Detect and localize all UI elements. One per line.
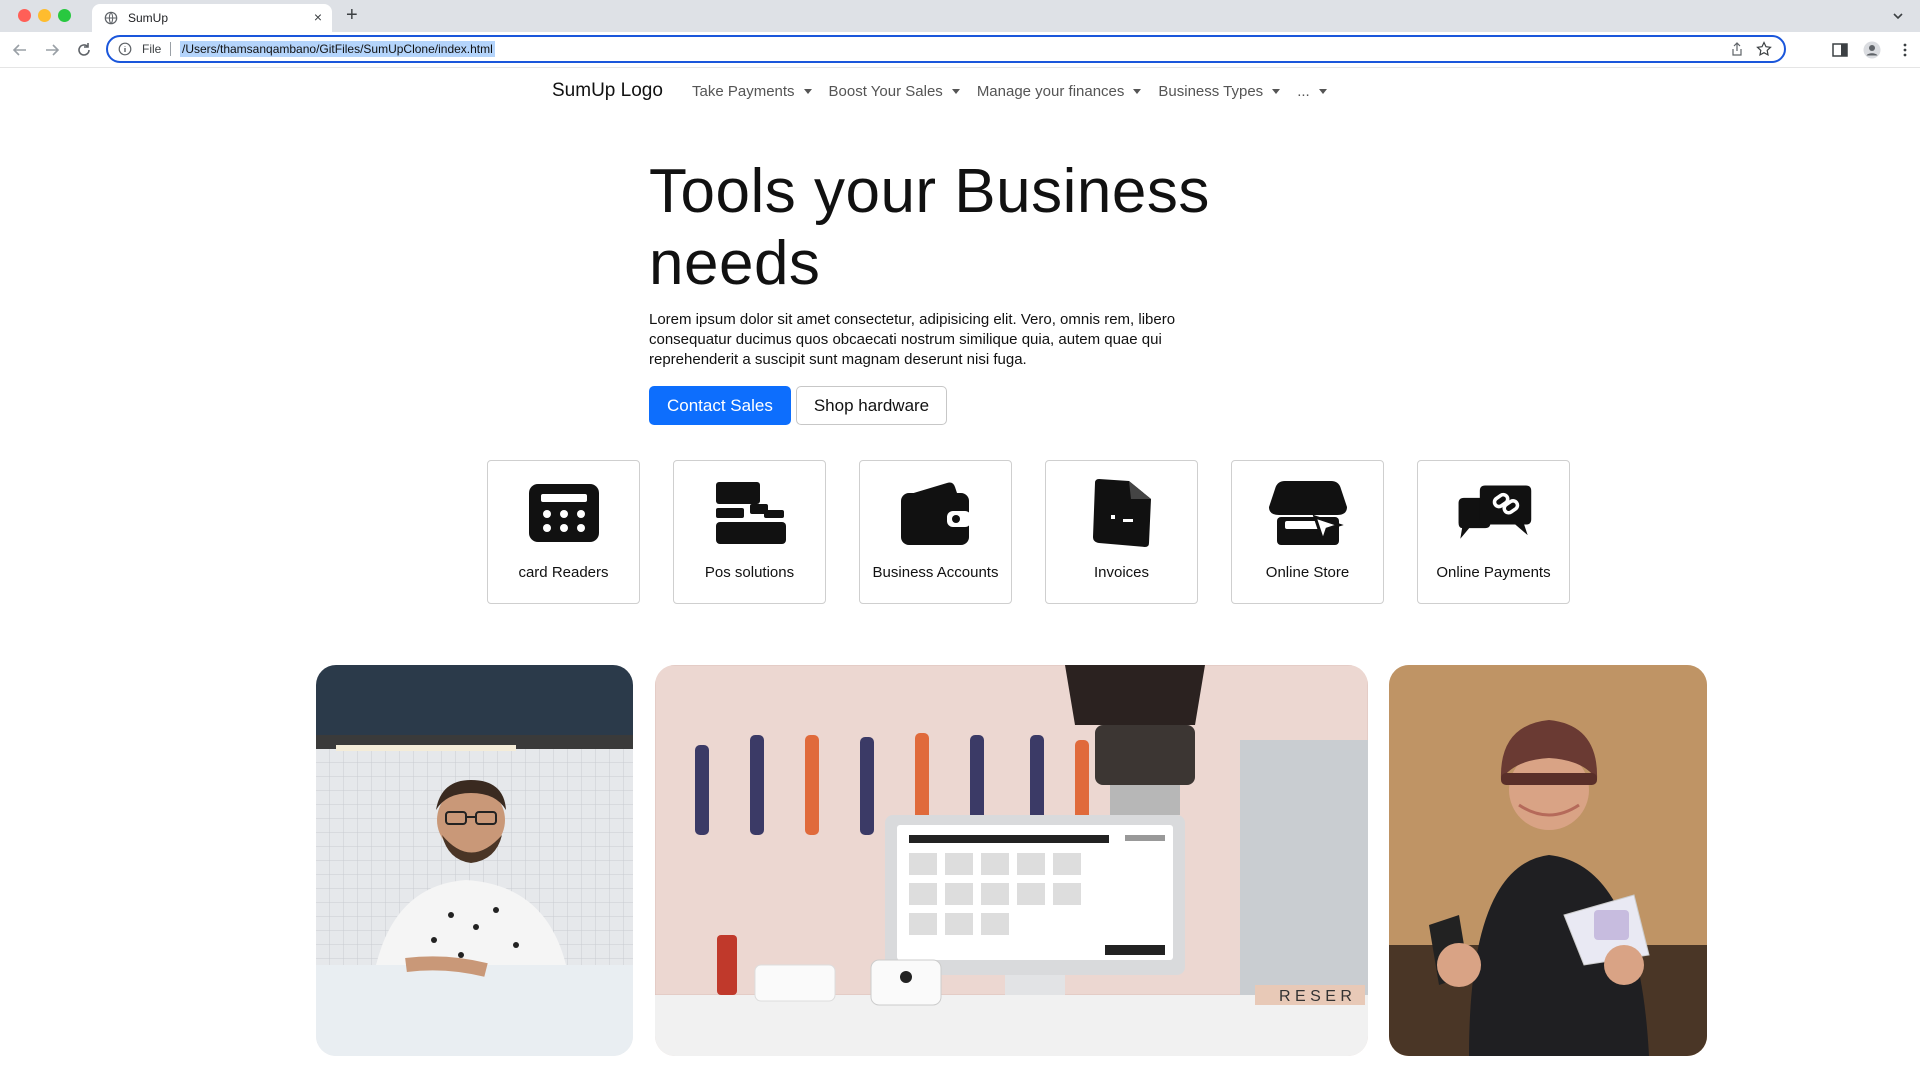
card-label: Pos solutions [704, 564, 795, 581]
new-tab-button[interactable]: + [346, 5, 358, 25]
chef-illustration [316, 665, 633, 1056]
tab-search-chevron-icon[interactable] [1890, 8, 1906, 24]
hero-title-line-1: Tools your Business [649, 157, 1210, 226]
brand-logo[interactable]: SumUp Logo [552, 80, 663, 102]
pos-terminal-illustration: R E S E R [655, 665, 1368, 1056]
wallet-icon [897, 481, 975, 545]
nav-item-label: Boost Your Sales [828, 83, 943, 100]
maximize-window-button[interactable] [58, 9, 71, 22]
card-online-payments[interactable]: Online Payments [1417, 460, 1570, 604]
nav-item-label: ... [1297, 83, 1310, 100]
contact-sales-button[interactable]: Contact Sales [649, 386, 791, 425]
browser-tab[interactable]: SumUp × [92, 4, 332, 32]
reload-icon[interactable] [74, 40, 94, 60]
hero-title-line-2: needs [649, 229, 821, 298]
profile-avatar-icon[interactable] [1863, 41, 1881, 59]
card-label: Online Store [1265, 564, 1350, 581]
close-tab-icon[interactable]: × [314, 9, 322, 25]
nav-item-manage-finances[interactable]: Manage your finances [977, 83, 1142, 100]
chef-photo [316, 665, 633, 1056]
hero-title: Tools your Business needs [649, 156, 1289, 300]
caret-down-icon [951, 89, 960, 94]
nav-item-take-payments[interactable]: Take Payments [692, 83, 812, 100]
address-url[interactable]: /Users/thamsanqambano/GitFiles/SumUpClon… [180, 41, 495, 57]
caret-down-icon [1318, 89, 1327, 94]
bookmark-star-icon[interactable] [1756, 41, 1772, 57]
caret-down-icon [1272, 89, 1281, 94]
invoice-icon [1083, 479, 1161, 547]
customer-payment-illustration [1389, 665, 1707, 1056]
caret-down-icon [1133, 89, 1142, 94]
payment-link-icon [1455, 481, 1533, 545]
side-panel-icon[interactable] [1831, 41, 1849, 59]
card-business-accounts[interactable]: Business Accounts [859, 460, 1012, 604]
back-arrow-icon[interactable] [10, 40, 30, 60]
nav-item-label: Manage your finances [976, 83, 1125, 100]
info-icon[interactable] [118, 42, 132, 56]
globe-icon [104, 11, 118, 25]
nav-item-boost-your-sales[interactable]: Boost Your Sales [829, 83, 960, 100]
tab-title: SumUp [128, 11, 169, 25]
card-online-store[interactable]: Online Store [1231, 460, 1384, 604]
card-label: Online Payments [1436, 564, 1551, 581]
address-scheme: File [142, 42, 162, 56]
store-icon [1269, 481, 1347, 545]
nav-item-label: Take Payments [692, 83, 795, 100]
card-label: Business Accounts [872, 564, 999, 581]
hero-section: Tools your Business needs Lorem ipsum do… [649, 156, 1289, 425]
hero-description: Lorem ipsum dolor sit amet consectetur, … [649, 311, 1176, 368]
minimize-window-button[interactable] [38, 9, 51, 22]
close-window-button[interactable] [18, 9, 31, 22]
customer-payment-photo [1389, 665, 1707, 1056]
letter-tiles-text: R E S E R [1279, 988, 1352, 1005]
pos-terminal-photo: R E S E R [655, 665, 1368, 1056]
share-icon[interactable] [1730, 42, 1744, 56]
product-cards: card Readers Pos solutions Business Acco… [487, 460, 1570, 604]
card-label: card Readers [518, 564, 609, 581]
caret-down-icon [803, 89, 812, 94]
address-bar[interactable]: File /Users/thamsanqambano/GitFiles/SumU… [106, 35, 1786, 63]
kebab-menu-icon[interactable] [1896, 41, 1914, 59]
nav-item-label: Business Types [1158, 83, 1264, 100]
forward-arrow-icon[interactable] [42, 40, 62, 60]
calculator-icon [525, 481, 603, 545]
card-invoices[interactable]: Invoices [1045, 460, 1198, 604]
shop-hardware-button[interactable]: Shop hardware [795, 386, 948, 425]
nav-menu: Take Payments Boost Your Sales Manage yo… [692, 83, 1344, 100]
nav-item-business-types[interactable]: Business Types [1158, 83, 1281, 100]
hero-buttons: Contact Sales Shop hardware [649, 386, 1289, 425]
site-navbar: SumUp Logo Take Payments Boost Your Sale… [0, 70, 1920, 112]
nav-item-more[interactable]: ... [1297, 83, 1327, 100]
card-card-readers[interactable]: card Readers [487, 460, 640, 604]
browser-toolbar: File /Users/thamsanqambano/GitFiles/SumU… [0, 32, 1920, 68]
browser-tab-bar: SumUp × + [0, 0, 1920, 32]
address-separator [170, 42, 171, 56]
card-pos-solutions[interactable]: Pos solutions [673, 460, 826, 604]
card-label: Invoices [1093, 564, 1150, 581]
cash-register-icon [711, 481, 789, 545]
